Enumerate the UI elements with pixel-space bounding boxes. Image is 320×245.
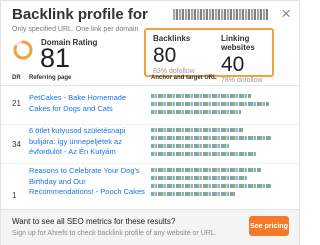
close-icon[interactable]: × (281, 4, 291, 24)
table-row: 21 PetCakes - Bake Homemade Cakes for Do… (1, 93, 299, 127)
table-header: DR Referring page Anchor and target URL (1, 73, 299, 85)
upsell-footer: Want to see all SEO metrics for these re… (1, 209, 299, 245)
row-dr: 34 (12, 140, 21, 149)
row-divider (1, 163, 299, 164)
obscured-target-url (173, 9, 268, 20)
domain-rating-gauge-icon (13, 40, 33, 60)
referring-page-link[interactable]: 6 ötlet kutyusod születésnapi bulijára: … (29, 126, 145, 158)
anchor-target-obscured (151, 168, 271, 200)
upsell-question: Want to see all SEO metrics for these re… (12, 217, 176, 226)
see-pricing-button[interactable]: See pricing (249, 216, 289, 236)
table-row: 1 Reasons to Celebrate Your Dog's Birthd… (1, 166, 299, 208)
row-dr: 21 (12, 99, 21, 108)
scope-subtitle: Only specified URL. One link per domain (12, 26, 139, 33)
backlinks-value: 80 (153, 44, 177, 67)
header-dr[interactable]: DR (12, 75, 21, 81)
backlink-metrics-highlight: Backlinks 80 83% dofollow Linking websit… (144, 28, 274, 84)
row-divider (1, 124, 299, 125)
table-row: 34 6 ötlet kutyusod születésnapi bulijár… (1, 126, 299, 168)
anchor-target-obscured (151, 94, 271, 118)
header-divider (1, 85, 299, 86)
backlinks-label: Backlinks (153, 34, 191, 43)
backlinks-metric: Backlinks 80 83% dofollow (153, 34, 195, 75)
popup-title: Backlink profile for (12, 6, 148, 23)
backlink-profile-popup: Backlink profile for × Only specified UR… (0, 0, 300, 245)
anchor-target-obscured (151, 128, 271, 160)
referring-page-link[interactable]: PetCakes - Bake Homemade Cakes for Dogs … (29, 93, 145, 114)
row-dr: 1 (12, 191, 17, 200)
header-referring-page: Referring page (29, 75, 72, 81)
header-anchor-target: Anchor and target URL (151, 75, 217, 81)
upsell-signup-text[interactable]: Sign up for Ahrefs to check backlink pro… (12, 230, 217, 237)
domain-rating-value: 81 (40, 43, 71, 73)
linking-websites-label: Linking websites (221, 34, 255, 52)
referring-page-link[interactable]: Reasons to Celebrate Your Dog's Birthday… (29, 166, 145, 198)
